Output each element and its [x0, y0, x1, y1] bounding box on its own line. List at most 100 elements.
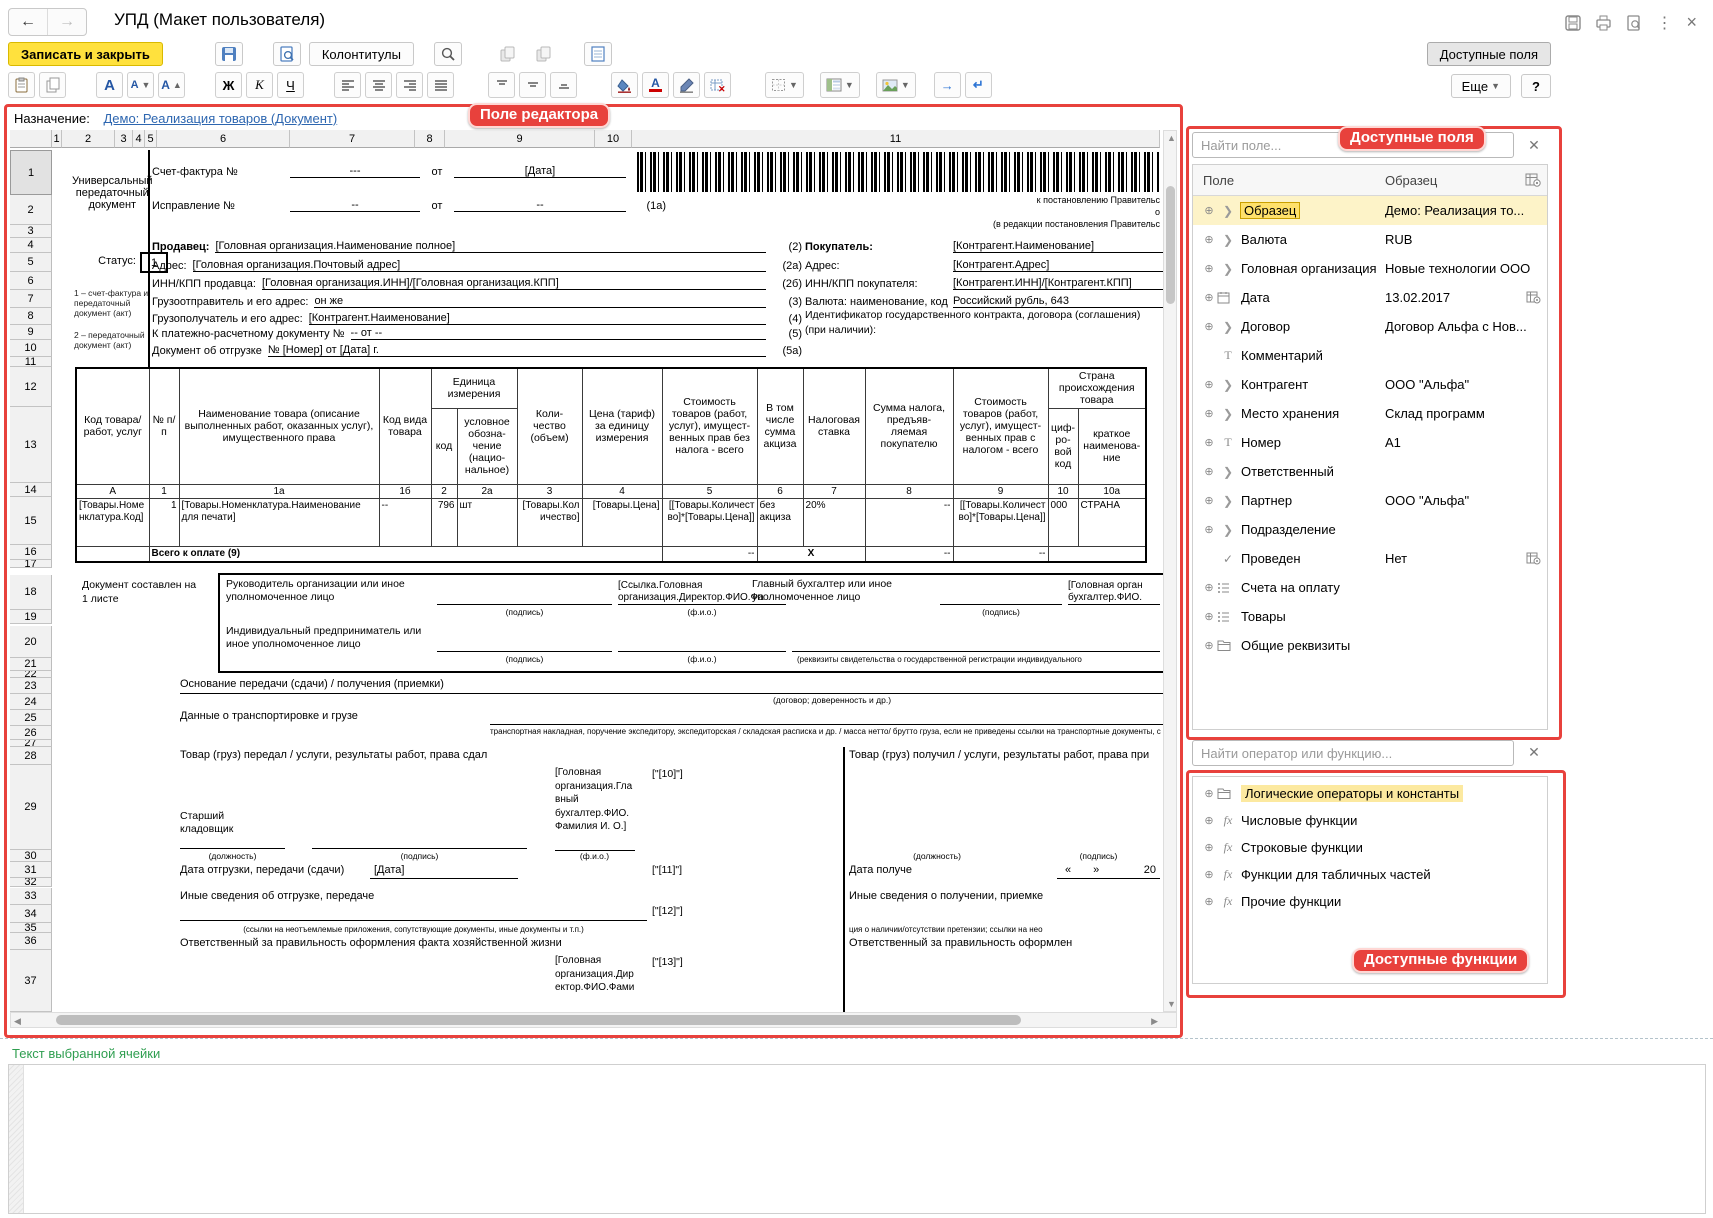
- row-header-19[interactable]: 19: [10, 610, 52, 624]
- field-name[interactable]: Образец: [1241, 203, 1299, 218]
- goods-total-cell[interactable]: [76, 547, 149, 562]
- function-group-name[interactable]: Строковые функции: [1241, 840, 1363, 855]
- row-header-30[interactable]: 30: [10, 850, 52, 862]
- expand-icon[interactable]: ⊕: [1201, 895, 1217, 908]
- row-header-35[interactable]: 35: [10, 923, 52, 933]
- goods-total-cell[interactable]: [1048, 547, 1146, 562]
- cargo-label[interactable]: Данные о транспортировке и грузе: [180, 710, 488, 722]
- field-name[interactable]: Комментарий: [1241, 348, 1323, 363]
- border-color-icon[interactable]: [673, 72, 700, 98]
- scroll-left-icon[interactable]: ◀: [14, 1016, 21, 1027]
- goods-data-cell[interactable]: без акциза: [757, 499, 803, 547]
- wrap-text-icon[interactable]: ↵: [965, 72, 992, 98]
- goods-data-cell[interactable]: [[Товары.Количество]*[Товары.Цена]]: [953, 499, 1048, 547]
- selected-cell-text-area[interactable]: [8, 1064, 1706, 1214]
- other-ship-label[interactable]: Иные сведения об отгрузке, передаче: [180, 890, 740, 902]
- align-left-icon[interactable]: [334, 72, 361, 98]
- goods-colnum-cell[interactable]: 8: [865, 484, 953, 499]
- row-header-26[interactable]: 26: [10, 726, 52, 740]
- position-value[interactable]: Старший кладовщик: [180, 810, 268, 836]
- column-header-7[interactable]: 7: [290, 130, 415, 148]
- fill-color-icon[interactable]: [611, 72, 638, 98]
- row-header-34[interactable]: 34: [10, 905, 52, 923]
- field-name[interactable]: Ответственный: [1241, 464, 1334, 479]
- goods-colnum-cell[interactable]: 7: [803, 484, 865, 499]
- row-header-2[interactable]: 2: [10, 195, 52, 225]
- gov-contract-label[interactable]: Идентификатор государственного контракта…: [805, 308, 1163, 338]
- head-label[interactable]: Руководитель организации или иное уполно…: [226, 578, 426, 604]
- save-and-close-button[interactable]: Записать и закрыть: [8, 42, 163, 66]
- function-row-Числовые функции[interactable]: ⊕fxЧисловые функции: [1193, 807, 1547, 834]
- goods-data-cell[interactable]: [Товары.Количество]: [517, 499, 582, 547]
- row-header-5[interactable]: 5: [10, 253, 52, 272]
- assignment-link[interactable]: Демо: Реализация товаров (Документ): [103, 111, 337, 126]
- field-row-Общие реквизиты[interactable]: ⊕ Общие реквизиты: [1193, 631, 1547, 660]
- expand-icon[interactable]: ⊕: [1201, 639, 1217, 652]
- row-header-10[interactable]: 10: [10, 340, 52, 357]
- page-setup-button[interactable]: [584, 42, 612, 66]
- ship-date-label[interactable]: Дата отгрузки, передачи (сдачи): [180, 864, 365, 876]
- field-row-Проведен[interactable]: ✓ПроведенНет: [1193, 544, 1547, 573]
- field-name[interactable]: Контрагент: [1241, 377, 1308, 392]
- row-header-15[interactable]: 15: [10, 497, 52, 545]
- field-name[interactable]: Дата: [1241, 290, 1270, 305]
- valign-top-icon[interactable]: [488, 72, 515, 98]
- column-header-8[interactable]: 8: [415, 130, 445, 148]
- field-name[interactable]: Общие реквизиты: [1241, 638, 1350, 653]
- updoc-title-cell[interactable]: Универсальный передаточный документ: [72, 150, 146, 236]
- available-fields-button[interactable]: Доступные поля: [1427, 42, 1551, 66]
- goods-total-cell[interactable]: X: [757, 547, 865, 562]
- row-header-27[interactable]: 27: [10, 740, 52, 747]
- goods-header[interactable]: циф- ро- вой код: [1048, 408, 1078, 484]
- goods-header[interactable]: № п/п: [149, 368, 179, 484]
- borders-dropdown[interactable]: ▼: [765, 72, 804, 98]
- ref12[interactable]: ["[12]"]: [652, 905, 683, 917]
- function-search-clear-icon[interactable]: ✕: [1526, 744, 1542, 761]
- row-header-8[interactable]: 8: [10, 308, 52, 325]
- expand-icon[interactable]: ⊕: [1201, 262, 1217, 275]
- paste-format-button[interactable]: [530, 42, 558, 66]
- basis-label[interactable]: Основание передачи (сдачи) / получения (…: [180, 678, 444, 690]
- row-header-7[interactable]: 7: [10, 290, 52, 308]
- align-justify-icon[interactable]: [427, 72, 454, 98]
- row-header-11[interactable]: 11: [10, 357, 52, 367]
- row-header-16[interactable]: 16: [10, 545, 52, 560]
- italic-button[interactable]: К: [246, 72, 273, 98]
- buyer-row[interactable]: Покупатель:[Контрагент.Наименование]: [805, 238, 1163, 253]
- goods-header[interactable]: Стоимость товаров (работ, услуг), имущес…: [662, 368, 757, 484]
- align-right-icon[interactable]: [396, 72, 423, 98]
- goods-header[interactable]: краткое наименова- ние: [1078, 408, 1146, 484]
- goods-colnum-cell[interactable]: 10: [1048, 484, 1078, 499]
- field-row-Партнер[interactable]: ⊕❯ПартнерООО "Альфа": [1193, 486, 1547, 515]
- row-header-14[interactable]: 14: [10, 483, 52, 497]
- field-row-Головная организация[interactable]: ⊕❯Головная организацияНовые технологии О…: [1193, 254, 1547, 283]
- field-settings-icon[interactable]: [1526, 290, 1541, 304]
- goods-colnum-cell[interactable]: 3: [517, 484, 582, 499]
- goods-header[interactable]: Код товара/ работ, услуг: [76, 368, 149, 484]
- appearance-dropdown[interactable]: ▼: [820, 72, 860, 98]
- function-row-Логические операторы и константы[interactable]: ⊕Логические операторы и константы: [1193, 780, 1547, 807]
- ip-label[interactable]: Индивидуальный предприниматель или иное …: [226, 625, 441, 651]
- expand-icon[interactable]: ⊕: [1201, 407, 1217, 420]
- goods-total-cell[interactable]: --: [953, 547, 1048, 562]
- copy-icon[interactable]: [39, 72, 66, 98]
- scroll-right-icon[interactable]: ▶: [1151, 1016, 1158, 1027]
- goods-data-cell[interactable]: 1: [149, 499, 179, 547]
- field-search-clear-icon[interactable]: ✕: [1526, 137, 1542, 154]
- expand-icon[interactable]: ⊕: [1201, 581, 1217, 594]
- expand-icon[interactable]: ⊕: [1201, 465, 1217, 478]
- row-header-33[interactable]: 33: [10, 888, 52, 905]
- goods-header[interactable]: Цена (тариф) за единицу измерения: [582, 368, 662, 484]
- row-header-6[interactable]: 6: [10, 272, 52, 290]
- goods-colnum-cell[interactable]: 9: [953, 484, 1048, 499]
- row-header-25[interactable]: 25: [10, 710, 52, 726]
- print-preview-button[interactable]: [273, 42, 301, 66]
- function-group-name[interactable]: Числовые функции: [1241, 813, 1357, 828]
- ref13[interactable]: ["[13]"]: [652, 956, 683, 968]
- row-header-28[interactable]: 28: [10, 747, 52, 765]
- buyer-row[interactable]: Валюта: наименование, кодРоссийский рубл…: [805, 290, 1163, 308]
- clear-format-icon[interactable]: ✕: [704, 72, 731, 98]
- copy-format-button[interactable]: [494, 42, 522, 66]
- function-search-input[interactable]: [1192, 740, 1514, 766]
- goods-total-cell[interactable]: --: [865, 547, 953, 562]
